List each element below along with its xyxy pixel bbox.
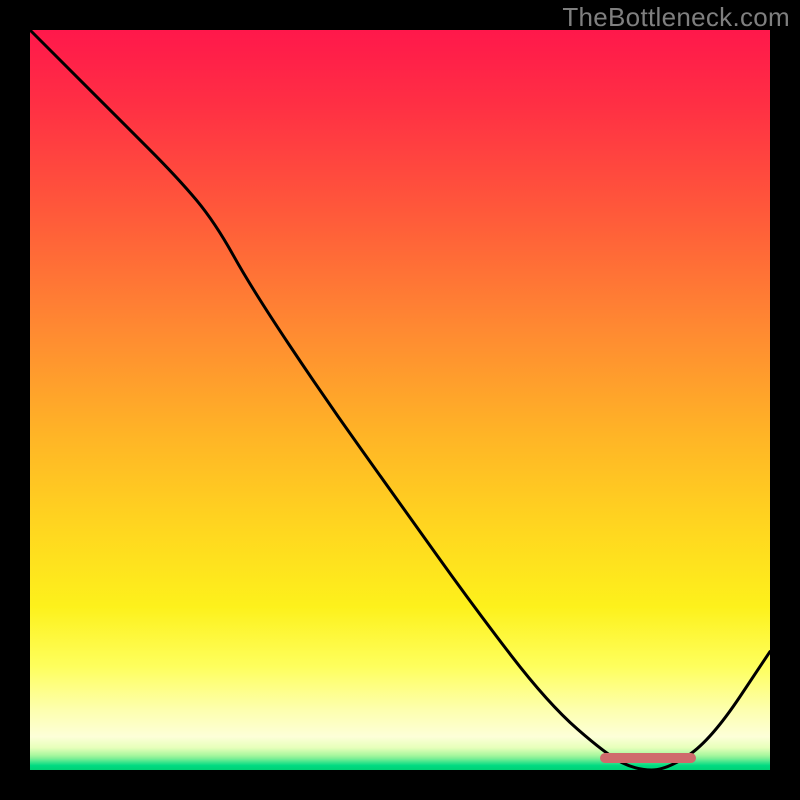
- chart-stage: TheBottleneck.com: [0, 0, 800, 800]
- optimal-range-marker: [600, 753, 696, 763]
- bottleneck-curve: [30, 30, 770, 770]
- watermark-text: TheBottleneck.com: [562, 2, 790, 33]
- plot-area: [30, 30, 770, 770]
